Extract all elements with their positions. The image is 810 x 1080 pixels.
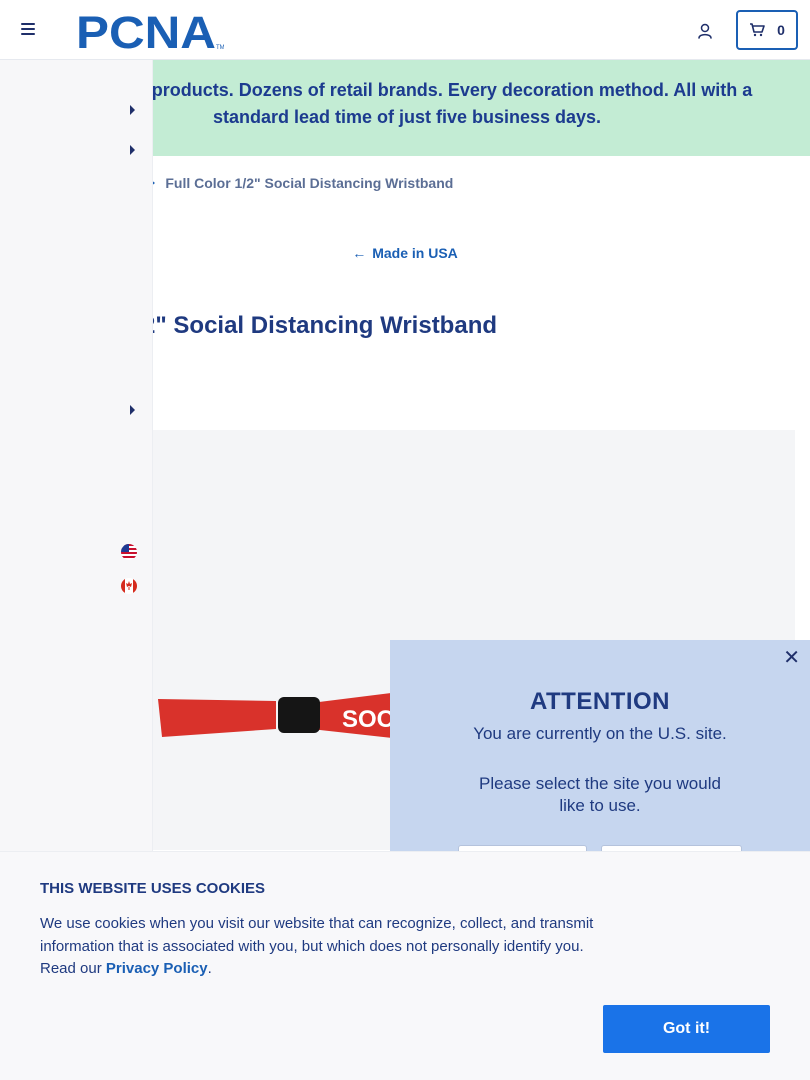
cart-icon bbox=[750, 23, 765, 37]
us-flag-icon[interactable] bbox=[121, 544, 137, 560]
svg-text:TM: TM bbox=[216, 45, 224, 51]
nav-expand-caret-icon[interactable] bbox=[130, 105, 135, 115]
attention-message: You are currently on the U.S. site. bbox=[473, 724, 727, 743]
attention-title: ATTENTION bbox=[529, 688, 671, 715]
cookie-text: We use cookies when you visit our websit… bbox=[40, 915, 594, 977]
nav-expand-caret-icon[interactable] bbox=[130, 145, 135, 155]
account-icon[interactable] bbox=[696, 22, 714, 40]
menu-icon[interactable] bbox=[21, 23, 35, 35]
cart-button[interactable]: 0 bbox=[736, 10, 798, 50]
canada-flag-icon[interactable] bbox=[121, 578, 137, 594]
close-icon[interactable]: ✕ bbox=[783, 648, 800, 668]
svg-text:PCNA: PCNA bbox=[76, 11, 216, 51]
site-header: PCNA TM 0 bbox=[0, 0, 810, 60]
privacy-policy-link[interactable]: Privacy Policy bbox=[106, 960, 208, 977]
attention-prompt: Please select the site you would like to… bbox=[479, 774, 721, 815]
arrow-left-icon: ← bbox=[352, 245, 367, 261]
made-in-usa-label: Made in USA bbox=[372, 245, 458, 261]
got-it-button[interactable]: Got it! bbox=[603, 1005, 770, 1053]
cookie-title: THIS WEBSITE USES COOKIES bbox=[40, 880, 266, 897]
breadcrumb-current: Full Color 1/2" Social Distancing Wristb… bbox=[165, 175, 454, 191]
cart-count: 0 bbox=[777, 22, 785, 38]
pcna-logo[interactable]: PCNA TM bbox=[76, 11, 224, 51]
cookie-banner: THIS WEBSITE USES COOKIES We use cookies… bbox=[0, 851, 810, 1080]
nav-expand-caret-icon[interactable] bbox=[130, 405, 135, 415]
